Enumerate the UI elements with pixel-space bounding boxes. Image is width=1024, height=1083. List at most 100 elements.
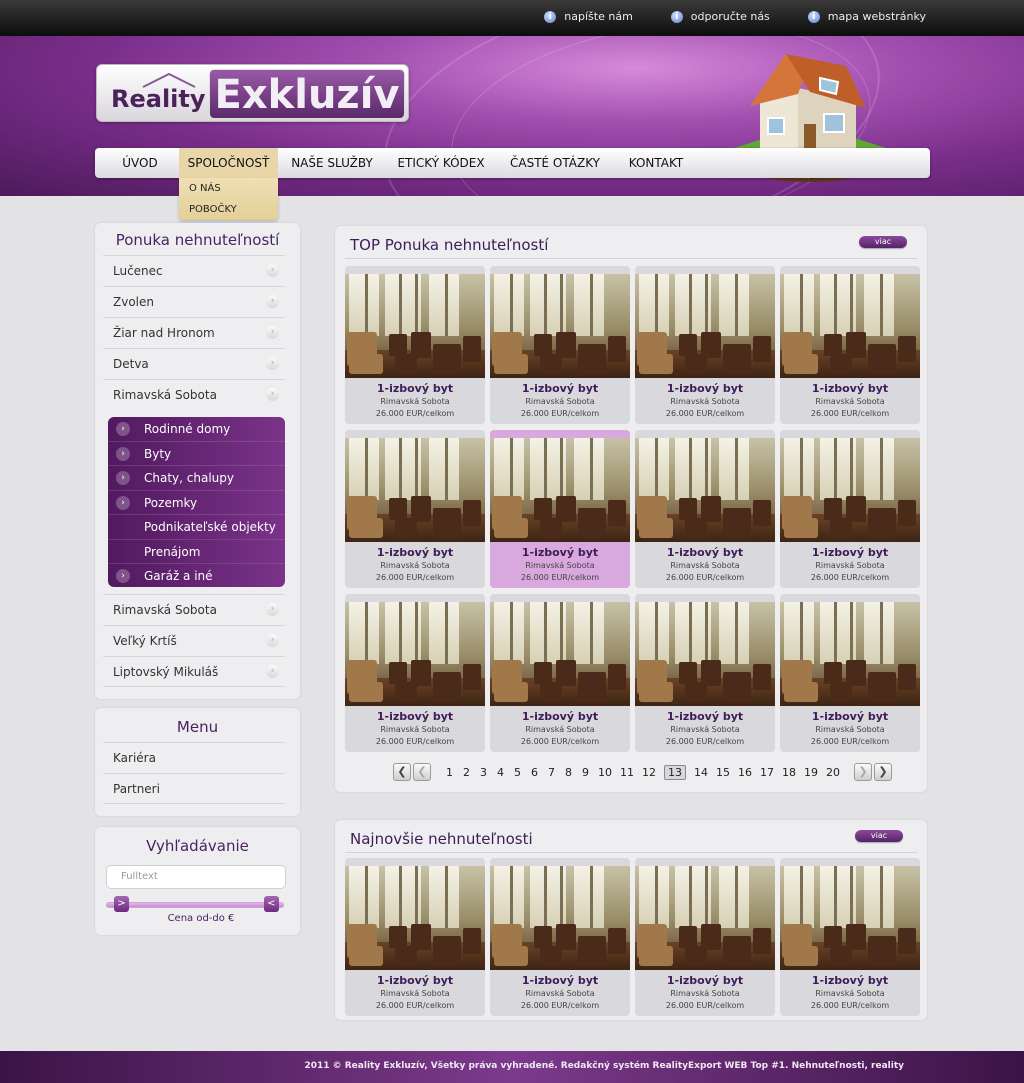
last-page-button[interactable]: ❯	[874, 763, 892, 781]
page-number[interactable]: 15	[716, 766, 730, 779]
page-number[interactable]: 7	[547, 766, 556, 779]
page-number[interactable]: 2	[462, 766, 471, 779]
sidebar-category-item[interactable]: Podnikateľské objekty	[108, 515, 285, 540]
property-title: 1-izbový byt	[666, 546, 744, 559]
sidebar-category-item[interactable]: › Pozemky	[108, 491, 285, 515]
sidebar-category-item[interactable]: Prenájom	[108, 540, 285, 564]
property-location: Rimavská Sobota	[815, 725, 885, 734]
sidebar-menu-title: Menu	[176, 718, 219, 736]
page-number[interactable]: 18	[782, 766, 796, 779]
nav-item-nase-sluzby[interactable]: NAŠE SLUŽBY	[287, 148, 377, 178]
sidebar-menu-item-partneri[interactable]: Partneri	[103, 773, 285, 804]
property-card[interactable]: 1-izbový byt Rimavská Sobota 26.000 EUR/ce…	[490, 594, 630, 752]
price-slider-track[interactable]	[106, 902, 284, 908]
property-card[interactable]: 1-izbový byt Rimavská Sobota 26.000 EUR/ce…	[490, 266, 630, 424]
page-number[interactable]: 10	[598, 766, 612, 779]
submenu-item-pobocky[interactable]: POBOČKY	[189, 199, 268, 220]
property-card[interactable]: 1-izbový byt Rimavská Sobota 26.000 EUR/ce…	[345, 430, 485, 588]
page-number[interactable]: 8	[564, 766, 573, 779]
page-number[interactable]: 17	[760, 766, 774, 779]
sidebar-city-item[interactable]: Rimavská Sobota ›	[103, 379, 285, 410]
nav-item-eticky-kodex[interactable]: ETICKÝ KÓDEX	[391, 148, 491, 178]
nav-item-caste-otazky[interactable]: ČASTÉ OTÁZKY	[505, 148, 605, 178]
sidebar-category-item[interactable]: › Chaty, chalupy	[108, 466, 285, 491]
sidebar-offers-title: Ponuka nehnuteľností	[115, 231, 280, 249]
property-card[interactable]: 1-izbový byt Rimavská Sobota 26.000 EUR/ce…	[780, 430, 920, 588]
property-card[interactable]: 1-izbový byt Rimavská Sobota 26.000 EUR/ce…	[635, 858, 775, 1016]
property-location: Rimavská Sobota	[815, 561, 885, 570]
menu-item-label: Partneri	[113, 782, 160, 796]
property-title: 1-izbový byt	[666, 974, 744, 987]
info-icon: i	[670, 10, 683, 23]
page-number[interactable]: 1	[445, 766, 454, 779]
property-card[interactable]: 1-izbový byt Rimavská Sobota 26.000 EUR/ce…	[635, 430, 775, 588]
property-card[interactable]: 1-izbový byt Rimavská Sobota 26.000 EUR/ce…	[780, 594, 920, 752]
site-logo[interactable]: Reality Exkluzív	[96, 64, 409, 122]
sidebar-menu-item-kariera[interactable]: Kariéra	[103, 742, 285, 773]
submenu-item-o-nas[interactable]: O NÁS	[189, 178, 268, 199]
nav-item-uvod[interactable]: ÚVOD	[113, 148, 167, 178]
property-title: 1-izbový byt	[376, 710, 454, 723]
page-number[interactable]: 9	[581, 766, 590, 779]
property-card[interactable]: 1-izbový byt Rimavská Sobota 26.000 EUR/ce…	[345, 858, 485, 1016]
sidebar-category-item[interactable]: › Garáž a iné	[108, 564, 285, 589]
property-card[interactable]: 1-izbový byt Rimavská Sobota 26.000 EUR/ce…	[345, 594, 485, 752]
search-input[interactable]: Fulltext	[106, 865, 286, 889]
property-card[interactable]: 1-izbový byt Rimavská Sobota 26.000 EUR/ce…	[490, 430, 630, 588]
page-number[interactable]: 14	[694, 766, 708, 779]
sidebar-city-item[interactable]: Lučenec ›	[103, 255, 285, 286]
property-location: Rimavská Sobota	[670, 397, 740, 406]
page-number[interactable]: 4	[496, 766, 505, 779]
sidebar-city-item[interactable]: Detva ›	[103, 348, 285, 379]
first-page-button[interactable]: ❮	[393, 763, 411, 781]
property-title: 1-izbový byt	[521, 382, 599, 395]
page-number[interactable]: 13	[664, 764, 686, 780]
property-card[interactable]: 1-izbový byt Rimavská Sobota 26.000 EUR/ce…	[780, 858, 920, 1016]
sidebar-city-item[interactable]: Žiar nad Hronom ›	[103, 317, 285, 348]
next-page-button[interactable]: ❯	[854, 763, 872, 781]
sidebar-category-label: Garáž a iné	[144, 569, 213, 583]
property-price: 26.000 EUR/celkom	[375, 409, 455, 418]
property-location: Rimavská Sobota	[670, 561, 740, 570]
top-link-recommend[interactable]: i odporučte nás	[670, 10, 770, 23]
top-offers-more-button[interactable]: viac	[859, 236, 907, 248]
sidebar-category-item[interactable]: › Byty	[108, 442, 285, 466]
newest-more-button[interactable]: viac	[855, 830, 903, 842]
nav-item-spolocnost[interactable]: SPOLOČNOSŤ	[179, 148, 278, 178]
top-link-contact[interactable]: i napíšte nám	[544, 10, 633, 23]
footer: 2011 © Reality Exkluzív, Všetky práva vy…	[0, 1051, 1024, 1083]
page-number[interactable]: 19	[804, 766, 818, 779]
property-card[interactable]: 1-izbový byt Rimavská Sobota 26.000 EUR/ce…	[345, 266, 485, 424]
price-slider-max-handle[interactable]: <	[264, 896, 279, 912]
page-number[interactable]: 12	[642, 766, 656, 779]
sidebar-city-item[interactable]: Rimavská Sobota ›	[103, 594, 285, 625]
page-number[interactable]: 20	[826, 766, 840, 779]
prev-page-button[interactable]: ❮	[413, 763, 431, 781]
property-title: 1-izbový byt	[521, 974, 599, 987]
property-price: 26.000 EUR/celkom	[810, 737, 890, 746]
chevron-right-icon: ›	[266, 603, 279, 616]
sidebar-city-item[interactable]: Zvolen ›	[103, 286, 285, 317]
page-number[interactable]: 3	[479, 766, 488, 779]
sidebar-search-title: Vyhľadávanie	[146, 837, 249, 855]
page-number[interactable]: 6	[530, 766, 539, 779]
top-link-sitemap[interactable]: i mapa webstránky	[807, 10, 926, 23]
property-price: 26.000 EUR/celkom	[810, 573, 890, 582]
property-card[interactable]: 1-izbový byt Rimavská Sobota 26.000 EUR/ce…	[635, 594, 775, 752]
property-photo	[490, 602, 630, 706]
property-card[interactable]: 1-izbový byt Rimavská Sobota 26.000 EUR/ce…	[490, 858, 630, 1016]
property-title: 1-izbový byt	[811, 382, 889, 395]
page-number[interactable]: 16	[738, 766, 752, 779]
page-number[interactable]: 5	[513, 766, 522, 779]
page-number[interactable]: 11	[620, 766, 634, 779]
property-location: Rimavská Sobota	[525, 725, 595, 734]
sidebar-city-item[interactable]: Liptovský Mikuláš ›	[103, 656, 285, 687]
property-card[interactable]: 1-izbový byt Rimavská Sobota 26.000 EUR/ce…	[635, 266, 775, 424]
property-card[interactable]: 1-izbový byt Rimavská Sobota 26.000 EUR/ce…	[780, 266, 920, 424]
sidebar-category-item[interactable]: › Rodinné domy	[108, 417, 285, 442]
nav-item-kontakt[interactable]: KONTAKT	[621, 148, 691, 178]
property-photo	[780, 438, 920, 542]
sidebar-city-item[interactable]: Veľký Krtíš ›	[103, 625, 285, 656]
main-nav: ÚVOD SPOLOČNOSŤ NAŠE SLUŽBY ETICKÝ KÓDEX…	[95, 148, 930, 178]
price-slider-min-handle[interactable]: >	[114, 896, 129, 912]
